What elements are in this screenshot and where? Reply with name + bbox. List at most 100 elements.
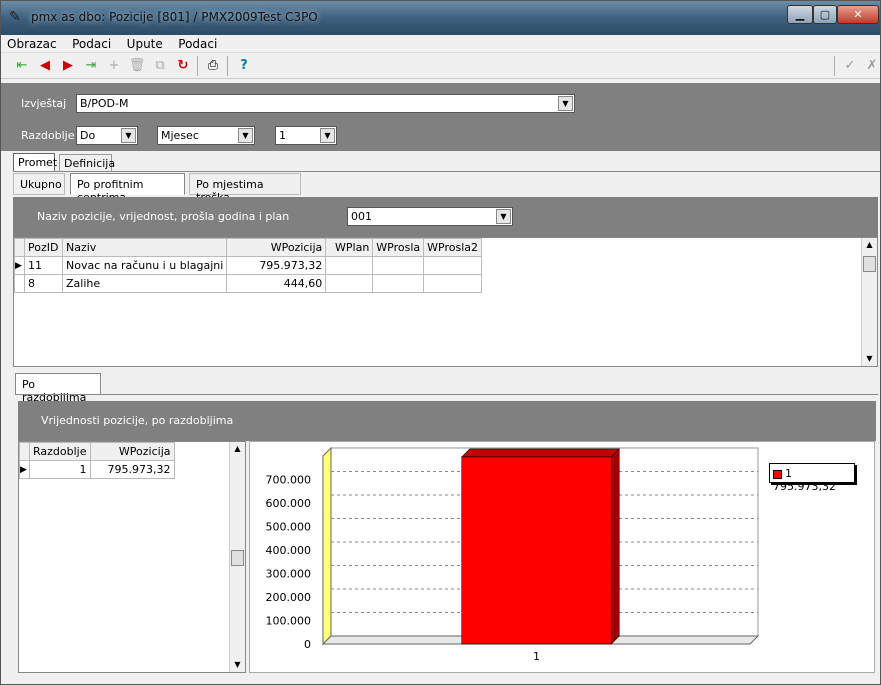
delete-icon[interactable]: 🗑 — [128, 57, 146, 75]
col-pozid[interactable]: PozID — [24, 238, 63, 257]
scroll-up-icon[interactable]: ▲ — [862, 238, 877, 252]
new-record-icon[interactable]: + — [105, 57, 123, 75]
first-record-icon[interactable]: ⇤ — [13, 57, 31, 75]
current-row-icon: ▶ — [19, 460, 30, 479]
tab-ukupno[interactable]: Ukupno — [13, 173, 65, 195]
cell-naziv[interactable]: Zalihe — [61, 274, 228, 293]
cell-wprosla2[interactable] — [423, 274, 483, 293]
last-record-icon[interactable]: ⇥ — [82, 57, 100, 75]
scroll-up-icon[interactable]: ▲ — [230, 442, 245, 456]
bar-side — [610, 448, 620, 645]
periods-grid: Razdoblje WPozicija ▶ 1 795.973,32 ▲ ▼ — [18, 441, 246, 673]
tab-po-mjestima-troska[interactable]: Po mjestima troška — [189, 173, 301, 204]
menu-bar: Obrazac Podaci Upute Podaci — [1, 35, 880, 53]
scroll-down-icon[interactable]: ▼ — [230, 658, 245, 672]
current-row-icon: ▶ — [14, 256, 25, 275]
cell-wprosla[interactable] — [372, 274, 425, 293]
chevron-down-icon[interactable]: ▼ — [238, 128, 253, 143]
periods-grid-scrollbar[interactable]: ▲ ▼ — [229, 442, 245, 672]
minimize-button[interactable]: ▁ — [787, 5, 813, 24]
period-number-select[interactable]: 1 ▼ — [275, 126, 337, 145]
y-tick-label: 700.000 — [266, 474, 312, 487]
cell-razdoblje[interactable]: 1 — [29, 460, 91, 479]
row-indicator-header — [19, 442, 30, 461]
period-values-panel: Vrijednosti pozicije, po razdobljima — [18, 401, 876, 441]
copy-icon[interactable]: ⧉ — [151, 57, 169, 75]
menu-upute[interactable]: Upute — [121, 35, 169, 53]
toolbar: ⇤ ◀ ▶ ⇥ + 🗑 ⧉ ↻ ⎙ ? ✓ ✗ — [1, 53, 880, 79]
previous-record-icon[interactable]: ◀ — [36, 57, 54, 75]
print-icon[interactable]: ⎙ — [204, 57, 222, 75]
row-indicator — [14, 274, 25, 293]
legend-label: 1 795.973,32 — [773, 467, 836, 493]
scroll-down-icon[interactable]: ▼ — [862, 352, 877, 366]
close-button[interactable]: ✕ — [837, 5, 879, 24]
next-record-icon[interactable]: ▶ — [59, 57, 77, 75]
chevron-down-icon[interactable]: ▼ — [496, 209, 511, 224]
position-select[interactable]: 001 ▼ — [347, 207, 513, 226]
cell-wprosla[interactable] — [372, 256, 425, 275]
window-title: pmx as dbo: Pozicije [801] / PMX2009Test… — [31, 10, 318, 24]
legend-swatch — [773, 469, 782, 479]
col-wplan[interactable]: WPlan — [325, 238, 374, 257]
help-icon[interactable]: ? — [235, 57, 253, 75]
cancel-icon[interactable]: ✗ — [863, 57, 880, 75]
col-naziv[interactable]: Naziv — [61, 238, 228, 257]
y-tick-label: 400.000 — [266, 544, 312, 557]
tab-po-razdobljima[interactable]: Po razdobljima — [15, 373, 101, 404]
chevron-down-icon[interactable]: ▼ — [121, 128, 136, 143]
table-row[interactable]: ▶ 11 Novac na računu i u blagajni 795.97… — [14, 256, 483, 275]
izvjestaj-value: B/POD-M — [80, 97, 129, 110]
scroll-thumb[interactable] — [863, 256, 876, 272]
izvjestaj-select[interactable]: B/POD-M ▼ — [76, 94, 575, 113]
razdoblje-select[interactable]: Do ▼ — [76, 126, 138, 145]
cell-naziv[interactable]: Novac na računu i u blagajni — [61, 256, 228, 275]
cell-wplan[interactable] — [325, 256, 374, 275]
maximize-button[interactable]: ▢ — [813, 5, 837, 24]
positions-grid-scrollbar[interactable]: ▲ ▼ — [861, 238, 877, 366]
x-tick-label: 1 — [533, 650, 540, 663]
tab-promet[interactable]: Promet — [13, 153, 57, 171]
tab-po-profitnim-centrima[interactable]: Po profitnim centrima — [70, 173, 185, 204]
y-tick-label: 500.000 — [266, 521, 312, 534]
tab-definicija[interactable]: Definicija — [59, 154, 115, 172]
menu-obrazac[interactable]: Obrazac — [1, 35, 63, 53]
chevron-down-icon[interactable]: ▼ — [558, 96, 573, 111]
cell-pozid[interactable]: 8 — [24, 274, 63, 293]
position-filter-panel: Naziv pozicije, vrijednost, prošla godin… — [13, 197, 878, 237]
menu-podaci-2[interactable]: Podaci — [172, 35, 223, 53]
plot-side-wall — [322, 446, 332, 646]
col-wprosla[interactable]: WProsla — [372, 238, 425, 257]
izvjestaj-label: Izvještaj — [21, 97, 67, 110]
application-window: ✎ pmx as dbo: Pozicije [801] / PMX2009Te… — [0, 0, 881, 685]
period-type-value: Mjesec — [161, 129, 199, 142]
razdoblje-label: Razdoblje — [21, 129, 75, 142]
cell-wplan[interactable] — [325, 274, 374, 293]
y-tick-label: 600.000 — [266, 497, 312, 510]
period-number-value: 1 — [279, 129, 286, 142]
cell-pozid[interactable]: 11 — [24, 256, 63, 275]
chart-legend: 1 795.973,32 — [769, 463, 855, 493]
title-bar: ✎ pmx as dbo: Pozicije [801] / PMX2009Te… — [1, 1, 880, 35]
confirm-icon[interactable]: ✓ — [841, 57, 859, 75]
cell-wpozicija[interactable]: 444,60 — [226, 274, 327, 293]
col-wpozicija[interactable]: WPozicija — [226, 238, 327, 257]
period-type-select[interactable]: Mjesec ▼ — [157, 126, 255, 145]
col-razdoblje[interactable]: Razdoblje — [29, 442, 91, 461]
col-wprosla2[interactable]: WProsla2 — [423, 238, 483, 257]
position-filter-label: Naziv pozicije, vrijednost, prošla godin… — [37, 210, 290, 223]
cell-wpozicija[interactable]: 795.973,32 — [89, 460, 175, 479]
col-wpozicija[interactable]: WPozicija — [89, 442, 175, 461]
chevron-down-icon[interactable]: ▼ — [320, 128, 335, 143]
parameters-panel: Izvještaj B/POD-M ▼ Razdoblje Do ▼ Mjese… — [1, 83, 880, 151]
table-row[interactable]: ▶ 1 795.973,32 — [19, 460, 175, 479]
scroll-thumb[interactable] — [231, 550, 244, 566]
razdoblje-value: Do — [80, 129, 96, 142]
table-row[interactable]: 8 Zalihe 444,60 — [14, 274, 483, 293]
refresh-icon[interactable]: ↻ — [174, 57, 192, 75]
position-select-value: 001 — [351, 210, 372, 223]
bar — [461, 456, 612, 645]
cell-wpozicija[interactable]: 795.973,32 — [226, 256, 327, 275]
menu-podaci[interactable]: Podaci — [66, 35, 117, 53]
cell-wprosla2[interactable] — [423, 256, 483, 275]
